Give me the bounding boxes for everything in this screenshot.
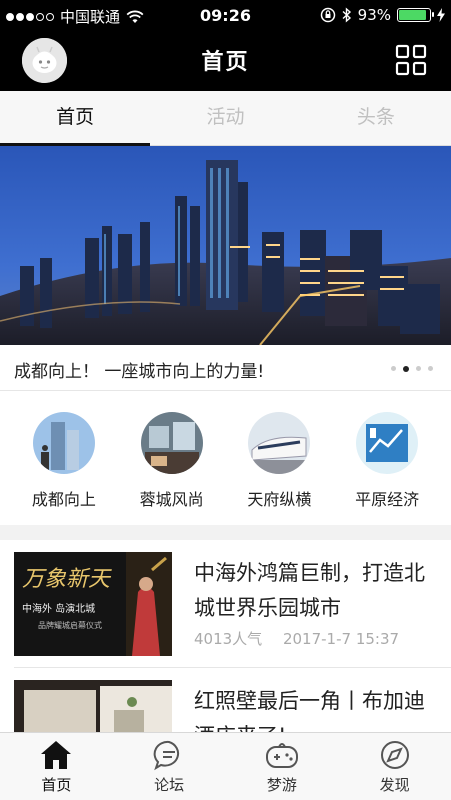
nav-bar: 首页 bbox=[0, 30, 451, 91]
top-tabs: 首页 活动 头条 bbox=[0, 91, 451, 146]
tab-activity[interactable]: 活动 bbox=[150, 91, 300, 145]
banner-caption-bar: 成都向上！ 一座城市向上的力量! bbox=[0, 345, 451, 391]
bottom-tab-label: 发现 bbox=[379, 776, 410, 794]
category-chengdu-up[interactable]: 成都向上 bbox=[14, 391, 114, 525]
carousel-dot[interactable] bbox=[428, 366, 433, 371]
category-label: 平原经济 bbox=[355, 490, 420, 509]
status-bar: 中国联通 09:26 93% bbox=[0, 0, 451, 30]
category-image bbox=[248, 412, 311, 474]
gamepad-icon bbox=[265, 743, 298, 768]
home-icon bbox=[41, 741, 72, 769]
category-row: 成都向上 蓉城风尚 天府纵横 平原经济 bbox=[0, 391, 451, 525]
list-item[interactable]: 万象新天 中海外 岛演北城 品牌耀城启幕仪式 中海外鸿篇巨制，打造北城世界乐园城… bbox=[0, 540, 451, 668]
charging-icon bbox=[437, 8, 445, 22]
carousel-dot[interactable] bbox=[391, 366, 396, 371]
article-thumbnail: 万象新天 中海外 岛演北城 品牌耀城启幕仪式 bbox=[14, 552, 172, 656]
bottom-tab-discover[interactable]: 发现 bbox=[338, 733, 451, 800]
bottom-tab-bar: 首页 论坛 梦游 发现 bbox=[0, 732, 451, 800]
category-tianfu[interactable]: 天府纵横 bbox=[229, 391, 329, 525]
category-rongcheng-style[interactable]: 蓉城风尚 bbox=[122, 391, 222, 525]
bottom-tab-label: 论坛 bbox=[154, 776, 185, 794]
bottom-tab-dream[interactable]: 梦游 bbox=[226, 733, 339, 800]
article-thumbnail bbox=[14, 680, 172, 732]
category-plain-economy[interactable]: 平原经济 bbox=[337, 391, 437, 525]
category-image bbox=[140, 412, 203, 474]
bluetooth-icon bbox=[342, 7, 351, 23]
battery-percent: 93% bbox=[357, 6, 391, 24]
category-image bbox=[32, 412, 95, 474]
page-title: 首页 bbox=[201, 50, 250, 75]
category-label: 成都向上 bbox=[31, 490, 96, 509]
thumb-title: 万象新天 bbox=[22, 567, 112, 592]
article-views: 4013人气 bbox=[194, 630, 263, 648]
thumb-small-text: 品牌耀城启幕仪式 bbox=[38, 620, 102, 630]
battery-icon bbox=[397, 8, 434, 22]
chat-icon bbox=[153, 740, 180, 771]
category-label: 天府纵横 bbox=[247, 490, 312, 509]
list-item[interactable]: 红照壁最后一角丨布加迪酒店来了! bbox=[0, 668, 451, 732]
banner-image[interactable] bbox=[0, 146, 451, 345]
carousel-dot[interactable] bbox=[403, 365, 409, 372]
bottom-tab-label: 梦游 bbox=[266, 776, 297, 794]
tab-headlines[interactable]: 头条 bbox=[301, 91, 451, 145]
carousel-indicator bbox=[391, 365, 433, 372]
battery-level bbox=[399, 10, 426, 20]
bottom-tab-label: 首页 bbox=[41, 776, 72, 794]
article-date: 2017-1-7 15:37 bbox=[282, 630, 400, 648]
thumb-subtitle: 中海外 岛演北城 bbox=[22, 602, 95, 615]
bottom-tab-forum[interactable]: 论坛 bbox=[113, 733, 226, 800]
category-image bbox=[356, 412, 419, 474]
rotation-lock-icon bbox=[320, 7, 335, 23]
status-right: 93% bbox=[320, 6, 445, 24]
article-meta: 4013人气 2017-1-7 15:37 bbox=[194, 628, 415, 649]
article-title: 中海外鸿篇巨制，打造北城世界乐园城市 bbox=[194, 561, 425, 620]
article-list: 万象新天 中海外 岛演北城 品牌耀城启幕仪式 中海外鸿篇巨制，打造北城世界乐园城… bbox=[0, 540, 451, 732]
compass-icon bbox=[380, 741, 409, 769]
tab-home[interactable]: 首页 bbox=[0, 91, 151, 146]
article-title: 红照壁最后一角丨布加迪酒店来了! bbox=[194, 689, 425, 732]
carousel-dot[interactable] bbox=[416, 366, 421, 371]
banner-caption[interactable]: 成都向上！ 一座城市向上的力量! bbox=[14, 357, 264, 382]
bottom-tab-home[interactable]: 首页 bbox=[0, 733, 113, 800]
category-label: 蓉城风尚 bbox=[139, 490, 204, 509]
grid-icon[interactable] bbox=[395, 44, 427, 76]
